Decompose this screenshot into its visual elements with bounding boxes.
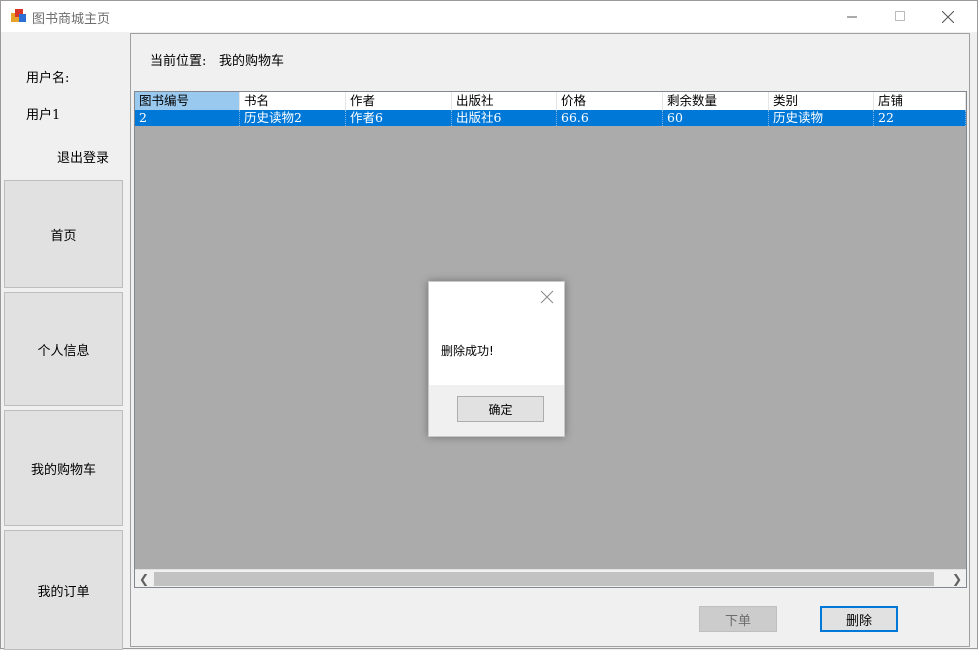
username-value: 用户1 <box>26 108 61 123</box>
app-icon <box>11 9 26 22</box>
main-window: 图书商城主页 用户名: 用户1 退出登录 首页 个人信息 我的购物车 我的订单 … <box>0 0 978 650</box>
scroll-left-icon[interactable]: ❮ <box>135 570 153 587</box>
close-icon <box>942 10 954 23</box>
column-header-store[interactable]: 店铺 <box>874 92 966 110</box>
dialog-message: 删除成功! <box>441 344 494 358</box>
logout-link[interactable]: 退出登录 <box>57 147 109 166</box>
table-cell[interactable]: 60 <box>663 110 769 126</box>
delete-button[interactable]: 删除 <box>820 606 898 632</box>
grid-header: 图书编号 书名 作者 出版社 价格 剩余数量 类别 店铺 <box>135 92 966 110</box>
location-label: 当前位置: <box>150 54 207 69</box>
column-header-category[interactable]: 类别 <box>769 92 874 110</box>
dialog-ok-button[interactable]: 确定 <box>457 396 544 422</box>
minimize-button[interactable] <box>829 1 875 32</box>
dialog-footer: 确定 <box>429 385 564 436</box>
table-cell[interactable]: 2 <box>135 110 240 126</box>
table-cell[interactable]: 出版社6 <box>452 110 557 126</box>
location-value: 我的购物车 <box>219 54 285 69</box>
nav-profile-button[interactable]: 个人信息 <box>4 292 123 406</box>
column-header-title[interactable]: 书名 <box>240 92 346 110</box>
scroll-right-icon[interactable]: ❯ <box>948 570 966 587</box>
table-cell[interactable]: 作者6 <box>346 110 452 126</box>
minimize-icon <box>846 16 857 18</box>
place-order-button[interactable]: 下单 <box>699 606 777 632</box>
nav-cart-button[interactable]: 我的购物车 <box>4 410 123 526</box>
table-cell[interactable]: 历史读物2 <box>240 110 346 126</box>
nav-orders-button[interactable]: 我的订单 <box>4 530 123 650</box>
message-dialog: 删除成功! 确定 <box>428 281 565 437</box>
close-button[interactable] <box>925 1 971 32</box>
table-cell[interactable]: 22 <box>874 110 966 126</box>
column-header-stock[interactable]: 剩余数量 <box>663 92 769 110</box>
username-label: 用户名: <box>26 71 70 86</box>
title-bar: 图书商城主页 <box>1 1 977 32</box>
window-title: 图书商城主页 <box>32 12 111 27</box>
horizontal-scrollbar[interactable]: ❮ ❯ <box>135 569 966 587</box>
maximize-icon <box>894 11 905 21</box>
column-header-price[interactable]: 价格 <box>557 92 663 110</box>
column-header-publisher[interactable]: 出版社 <box>452 92 557 110</box>
scrollbar-thumb[interactable] <box>154 572 934 586</box>
table-cell[interactable]: 66.6 <box>557 110 663 126</box>
table-cell[interactable]: 历史读物 <box>769 110 874 126</box>
table-row[interactable]: 2 历史读物2 作者6 出版社6 66.6 60 历史读物 22 <box>135 110 966 126</box>
nav-home-button[interactable]: 首页 <box>4 180 123 288</box>
maximize-button[interactable] <box>877 1 923 32</box>
dialog-close-icon[interactable] <box>540 290 554 304</box>
column-header-book-id[interactable]: 图书编号 <box>135 92 240 110</box>
column-header-author[interactable]: 作者 <box>346 92 452 110</box>
